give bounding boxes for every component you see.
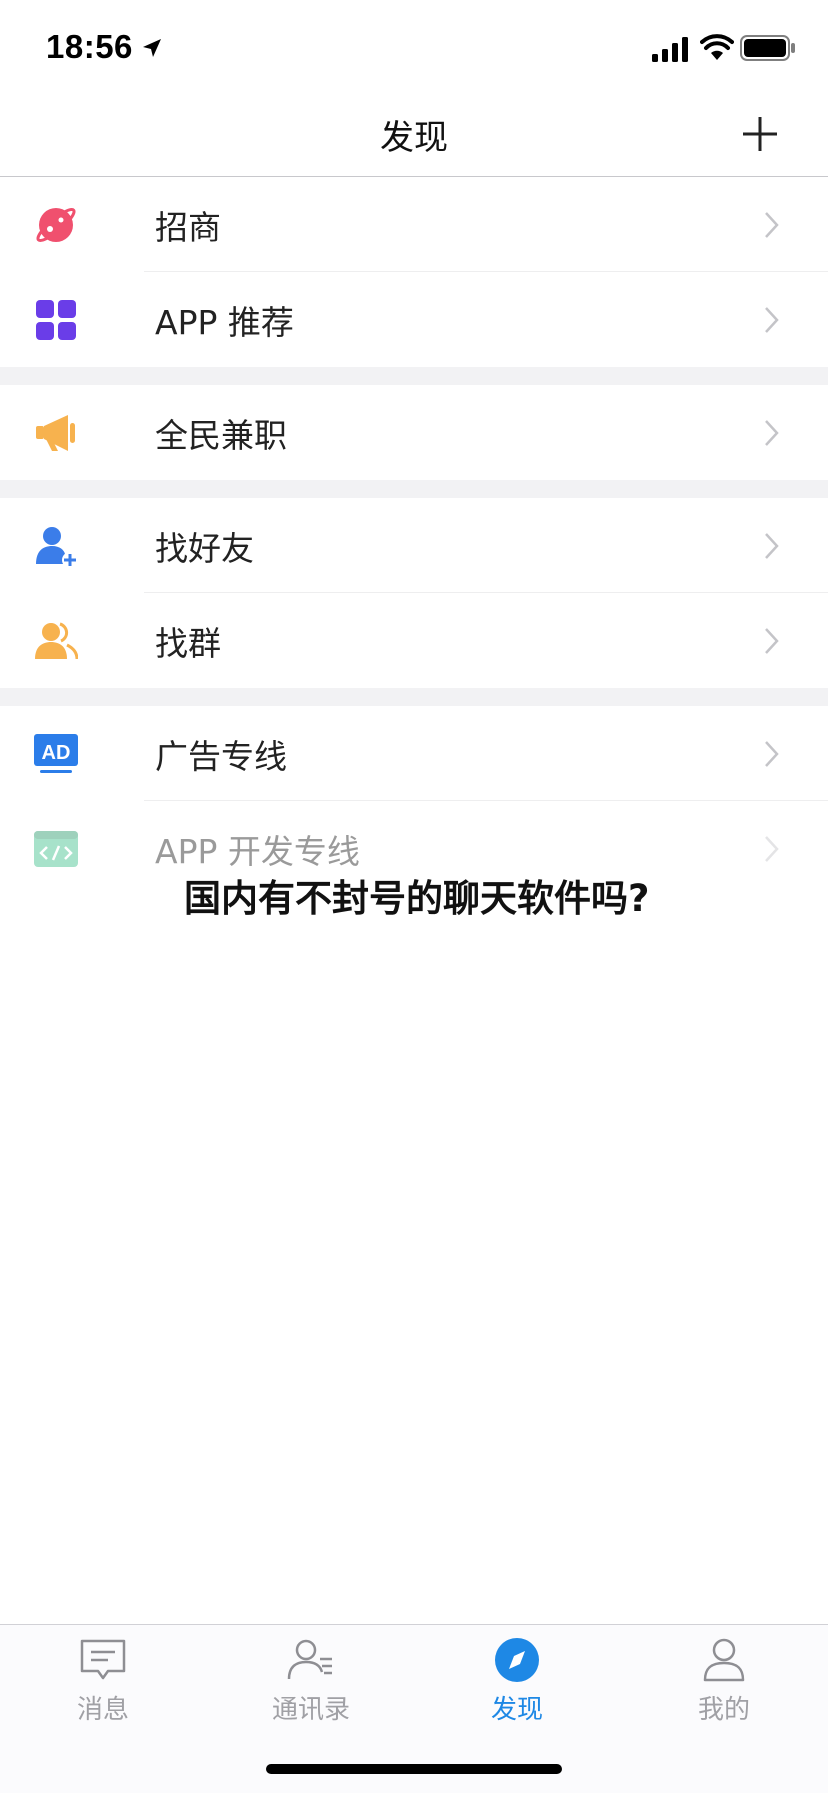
list-group: 招商 APP 推荐 bbox=[0, 177, 828, 367]
list-item-ad-line[interactable]: AD 广告专线 bbox=[0, 706, 828, 801]
tab-messages[interactable]: 消息 bbox=[28, 1637, 178, 1737]
signal-icon bbox=[652, 37, 688, 62]
add-friend-icon bbox=[36, 527, 78, 568]
tab-label: 通讯录 bbox=[271, 1695, 350, 1725]
nav-bar: 发现 bbox=[0, 96, 828, 177]
message-icon bbox=[80, 1639, 126, 1680]
ad-icon: AD bbox=[34, 734, 78, 773]
code-window-icon bbox=[34, 831, 78, 867]
list-item-label: 找好友 bbox=[155, 529, 254, 568]
chevron-right-icon bbox=[765, 836, 779, 862]
list-item-merchants[interactable]: 招商 bbox=[0, 177, 828, 272]
group-icon bbox=[35, 622, 78, 660]
megaphone-icon bbox=[36, 415, 75, 451]
chevron-right-icon bbox=[765, 533, 779, 559]
svg-text:AD: AD bbox=[42, 742, 71, 764]
tab-label: 发现 bbox=[490, 1695, 543, 1725]
list-item-label: 找群 bbox=[155, 624, 221, 663]
tab-contacts[interactable]: 通讯录 bbox=[236, 1637, 386, 1737]
list-item-find-friends[interactable]: 找好友 bbox=[0, 498, 828, 593]
plus-icon[interactable] bbox=[740, 114, 780, 154]
contacts-icon bbox=[287, 1639, 332, 1680]
list-item-label: 广告专线 bbox=[155, 737, 287, 776]
chevron-right-icon bbox=[765, 420, 779, 446]
compass-icon bbox=[495, 1638, 539, 1682]
chevron-right-icon bbox=[765, 741, 779, 767]
planet-icon bbox=[36, 208, 76, 242]
chevron-right-icon bbox=[765, 212, 779, 238]
list-group: 找好友 找群 bbox=[0, 498, 828, 688]
tab-profile[interactable]: 我的 bbox=[649, 1637, 799, 1737]
list-item-part-time[interactable]: 全民兼职 bbox=[0, 385, 828, 480]
list-item-label: APP 推荐 bbox=[155, 303, 294, 342]
list-item-label: APP 开发专线 bbox=[155, 832, 360, 871]
page-title: 发现 bbox=[380, 118, 448, 158]
list-item-label: 全民兼职 bbox=[155, 416, 287, 455]
overlay-headline: 国内有不封号的聊天软件吗? bbox=[184, 877, 650, 920]
chevron-right-icon bbox=[765, 628, 779, 654]
tab-discover[interactable]: 发现 bbox=[442, 1637, 592, 1737]
list-item-app-recommend[interactable]: APP 推荐 bbox=[0, 272, 828, 367]
profile-icon bbox=[703, 1638, 745, 1682]
battery-icon bbox=[740, 35, 795, 61]
chevron-right-icon bbox=[765, 307, 779, 333]
app-grid-icon bbox=[36, 300, 76, 340]
wifi-icon bbox=[700, 34, 734, 60]
location-arrow-icon bbox=[143, 39, 161, 57]
list-item-find-groups[interactable]: 找群 bbox=[0, 593, 828, 688]
discover-list: 招商 APP 推荐 全民兼职 找好友 找群 AD 广告专线 APP 开发专线 bbox=[0, 177, 828, 896]
list-group: 全民兼职 bbox=[0, 385, 828, 480]
home-indicator[interactable] bbox=[266, 1764, 562, 1774]
status-bar: 18:56 bbox=[0, 0, 828, 96]
tab-label: 我的 bbox=[697, 1695, 750, 1725]
list-item-label: 招商 bbox=[155, 208, 221, 247]
status-time: 18:56 bbox=[46, 28, 133, 65]
tab-label: 消息 bbox=[76, 1695, 129, 1725]
